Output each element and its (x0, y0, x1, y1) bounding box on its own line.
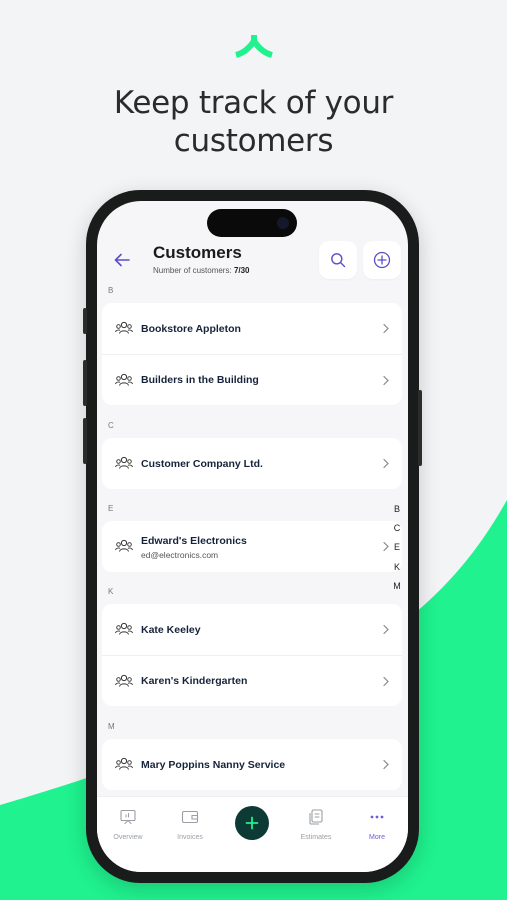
customer-row[interactable]: Bookstore Appleton (102, 303, 402, 354)
create-new-button[interactable] (235, 806, 269, 840)
plus-circle-icon (373, 251, 391, 269)
add-customer-button[interactable] (363, 241, 401, 279)
section-header-e: E (108, 504, 114, 513)
alpha-index-item[interactable]: B (390, 500, 404, 519)
tab-overview[interactable]: Overview (98, 809, 158, 841)
plus-icon (245, 816, 259, 830)
documents-icon (309, 809, 323, 825)
customer-name: Karen's Kindergarten (141, 675, 248, 687)
dynamic-island (207, 209, 297, 237)
bottom-tab-bar: Overview Invoices Estimates More (97, 796, 408, 872)
chevron-right-icon (383, 375, 389, 386)
chevron-right-icon (383, 676, 389, 687)
alpha-index-item[interactable]: M (390, 577, 404, 596)
alpha-index-item[interactable]: K (390, 558, 404, 577)
customer-group-e: Edward's Electronics ed@electronics.com (102, 521, 402, 572)
back-button[interactable] (111, 249, 133, 271)
phone-side-button (83, 308, 87, 334)
customer-name: Bookstore Appleton (141, 322, 241, 335)
customer-row[interactable]: Builders in the Building (102, 354, 402, 405)
tab-invoices[interactable]: Invoices (160, 809, 220, 841)
wallet-icon (181, 810, 199, 824)
customer-count: Number of customers: 7/30 (153, 266, 250, 275)
customer-name: Builders in the Building (141, 374, 259, 386)
customer-name: Edward's Electronics (141, 535, 247, 547)
chevron-right-icon (383, 323, 389, 334)
chevron-right-icon (383, 458, 389, 469)
customer-group-icon (115, 321, 133, 334)
section-header-b: B (108, 286, 114, 295)
tab-estimates-label: Estimates (300, 834, 332, 841)
customer-group-icon (115, 456, 133, 469)
section-header-k: K (108, 587, 114, 596)
customer-group-icon (115, 539, 133, 552)
chevron-right-icon (383, 759, 389, 770)
headline-line-1: Keep track of your (113, 85, 394, 121)
page-title: Customers (153, 243, 242, 262)
phone-side-button (418, 390, 422, 466)
chevron-right-icon (383, 541, 389, 552)
tab-estimates[interactable]: Estimates (286, 809, 346, 841)
alphabet-index: B C E K M (390, 500, 404, 596)
customer-row[interactable]: Karen's Kindergarten (102, 655, 402, 706)
customer-name: Kate Keeley (141, 623, 201, 636)
section-header-m: M (108, 722, 115, 731)
promo-headline: Keep track of your customers (0, 84, 507, 160)
presentation-chart-icon (120, 809, 136, 825)
customer-group-icon (115, 373, 133, 386)
arrow-left-icon (114, 253, 130, 267)
customer-group-icon (115, 674, 133, 687)
customer-group-c: Customer Company Ltd. (102, 438, 402, 489)
tab-more[interactable]: More (347, 809, 407, 841)
more-dots-icon (370, 815, 384, 819)
customer-group-k: Kate Keeley Karen's Kindergarten (102, 604, 402, 706)
customer-group-b: Bookstore Appleton Builders in the Build… (102, 303, 402, 405)
phone-side-button (83, 418, 87, 464)
customer-name: Mary Poppins Nanny Service (141, 758, 286, 771)
phone-frame: Customers Number of customers: 7/30 B Bo… (83, 190, 422, 883)
customer-count-label: Number of customers: (153, 266, 232, 275)
customer-row[interactable]: Edward's Electronics ed@electronics.com (102, 521, 402, 572)
customer-group-m: Mary Poppins Nanny Service (102, 739, 402, 790)
alpha-index-item[interactable]: C (390, 519, 404, 538)
customer-group-icon (115, 622, 133, 635)
customer-row[interactable]: Customer Company Ltd. (102, 438, 402, 489)
customer-email: ed@electronics.com (141, 550, 219, 560)
alpha-index-item[interactable]: E (390, 538, 404, 557)
chevron-right-icon (383, 624, 389, 635)
customer-row[interactable]: Mary Poppins Nanny Service (102, 739, 402, 790)
customer-group-icon (115, 757, 133, 770)
brand-logo (235, 35, 273, 58)
phone-screen: Customers Number of customers: 7/30 B Bo… (97, 201, 408, 872)
search-icon (331, 253, 346, 268)
headline-line-2: customers (173, 123, 334, 159)
tab-invoices-label: Invoices (177, 834, 203, 841)
customer-name: Customer Company Ltd. (141, 457, 263, 470)
customer-count-value: 7/30 (233, 266, 250, 275)
section-header-c: C (108, 421, 114, 430)
tab-overview-label: Overview (113, 834, 143, 841)
tab-more-label: More (369, 834, 385, 841)
camera (277, 217, 289, 229)
customer-row[interactable]: Kate Keeley (102, 604, 402, 655)
search-button[interactable] (319, 241, 357, 279)
phone-side-button (83, 360, 87, 406)
